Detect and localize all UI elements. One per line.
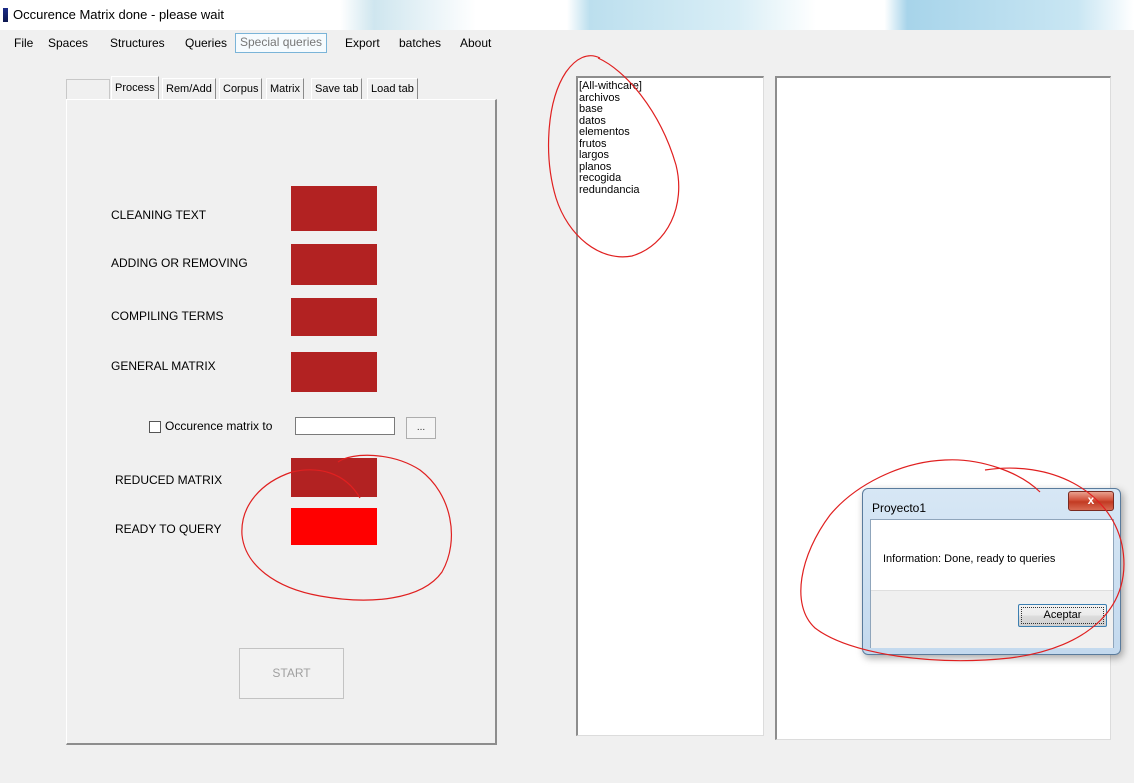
step-label-compiling-terms: COMPILING TERMS [111, 309, 224, 323]
menu-about[interactable]: About [456, 34, 495, 52]
menu-spaces[interactable]: Spaces [44, 34, 92, 52]
compiling-terms-indicator [291, 298, 377, 336]
reduced-matrix-indicator [291, 458, 377, 497]
occurrence-matrix-label: Occurence matrix to [165, 419, 273, 433]
list-item[interactable]: redundancia [579, 184, 763, 197]
menu-batches[interactable]: batches [395, 34, 445, 52]
browse-button[interactable]: ... [406, 417, 436, 439]
start-button[interactable]: START [239, 648, 344, 699]
info-dialog: Proyecto1 x Information: Done, ready to … [862, 488, 1121, 655]
adding-removing-indicator [291, 244, 377, 285]
ok-button[interactable]: Aceptar [1018, 604, 1107, 627]
menu-structures[interactable]: Structures [106, 34, 169, 52]
close-icon[interactable]: x [1068, 491, 1114, 511]
step-label-ready-to-query: READY TO QUERY [115, 522, 222, 536]
dialog-message: Information: Done, ready to queries [883, 553, 1056, 565]
dialog-title: Proyecto1 [872, 501, 927, 515]
focus-ring [1021, 607, 1104, 624]
menu-special-queries[interactable]: Special queries [235, 33, 328, 53]
ready-to-query-indicator [291, 508, 377, 545]
menu-queries[interactable]: Queries [181, 34, 231, 52]
dialog-body: Information: Done, ready to queries Acep… [870, 519, 1114, 648]
list-item[interactable]: largos [579, 149, 763, 162]
step-label-general-matrix: GENERAL MATRIX [111, 359, 216, 373]
list-item[interactable]: archivos [579, 92, 763, 105]
menu-file[interactable]: File [10, 34, 37, 52]
tab-corpus[interactable]: Corpus [219, 78, 263, 99]
cleaning-text-indicator [291, 186, 377, 231]
menu-export[interactable]: Export [341, 34, 384, 52]
tab-save[interactable]: Save tab [311, 78, 363, 99]
step-label-cleaning-text: CLEANING TEXT [111, 208, 207, 222]
step-label-reduced-matrix: REDUCED MATRIX [115, 473, 223, 487]
tab-process[interactable]: Process [111, 76, 159, 100]
tab-load[interactable]: Load tab [367, 78, 418, 99]
list-item[interactable]: base [579, 103, 763, 116]
tab-matrix[interactable]: Matrix [266, 78, 304, 99]
list-item[interactable]: elementos [579, 126, 763, 139]
step-label-adding-or-removing: ADDING OR REMOVING [111, 256, 248, 270]
app-icon[interactable] [3, 8, 8, 22]
menu-bar: File Spaces Structures Queries Special q… [0, 32, 1134, 54]
title-bar[interactable]: Occurence Matrix done - please wait [0, 0, 1134, 30]
list-item[interactable]: recogida [579, 172, 763, 185]
occurrence-path-input[interactable] [295, 417, 395, 435]
window-title: Occurence Matrix done - please wait [13, 7, 224, 22]
tab-strip-blank [66, 79, 110, 100]
dialog-footer: Aceptar [871, 590, 1113, 648]
tab-rem-add[interactable]: Rem/Add [162, 78, 216, 99]
term-list[interactable]: [All-withcare] archivos base datos eleme… [576, 76, 764, 736]
general-matrix-indicator [291, 352, 377, 392]
list-item[interactable]: [All-withcare] [579, 80, 763, 93]
occurrence-matrix-checkbox[interactable] [149, 421, 161, 433]
